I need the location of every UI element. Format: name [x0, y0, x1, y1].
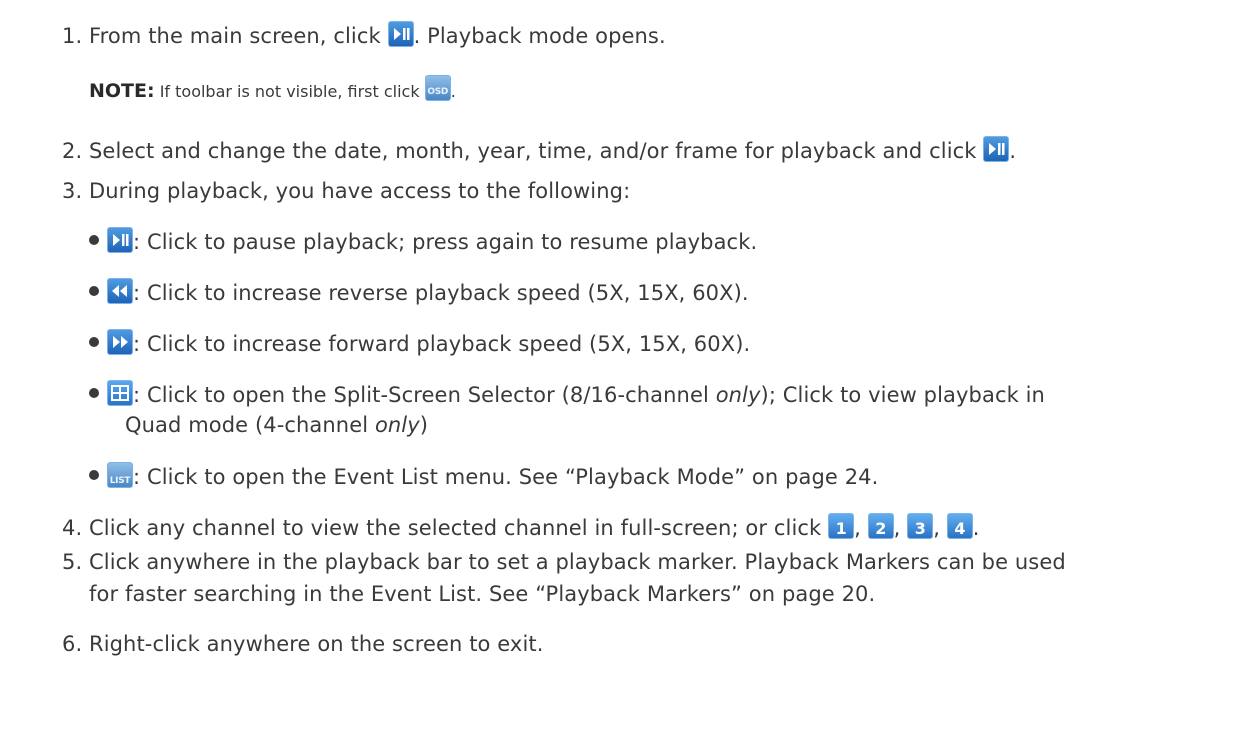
- step-6: 6. Right-click anywhere on the screen to …: [62, 630, 544, 658]
- bullet-text-cont: ); Click to view playback in: [760, 383, 1045, 407]
- bullet-dot: [89, 286, 99, 296]
- play-pause-icon: [387, 21, 414, 47]
- step-text-end: .: [1009, 139, 1017, 163]
- play-pause-icon: [107, 227, 133, 253]
- note-label: NOTE:: [89, 80, 155, 102]
- channel-3-icon: 3: [907, 513, 934, 539]
- bullet-dot: [89, 470, 99, 480]
- bullet-text: : Click to increase forward playback spe…: [133, 332, 751, 356]
- step-text: During playback, you have access to the …: [89, 179, 631, 203]
- step-text: Right-click anywhere on the screen to ex…: [89, 632, 544, 656]
- osd-icon: OSD: [424, 75, 451, 101]
- step-text: From the main screen, click: [89, 24, 381, 48]
- step-number: 3.: [62, 179, 83, 203]
- step-number: 5.: [62, 550, 83, 574]
- rewind-icon: [107, 278, 133, 304]
- bullet-fast-forward: : Click to increase forward playback spe…: [89, 329, 750, 358]
- separator: ,: [933, 516, 940, 540]
- step-5-line2: for faster searching in the Event List. …: [89, 580, 875, 608]
- step-number: 1.: [62, 24, 83, 48]
- step-3: 3. During playback, you have access to th…: [62, 177, 630, 205]
- bullet-split-screen-line2: Quad mode (4-channel only): [125, 411, 428, 439]
- step-text-end: . Playback mode opens.: [413, 24, 666, 48]
- bullet-dot: [89, 235, 99, 245]
- bullet-text: : Click to open the Event List menu. See…: [133, 465, 879, 489]
- step-1: 1. From the main screen, click . Playback…: [62, 21, 666, 50]
- bullet-text-end: ): [419, 413, 429, 437]
- channel-1-icon: 1: [828, 513, 855, 539]
- bullet-dot: [89, 337, 99, 347]
- step-number: 4.: [62, 516, 83, 540]
- bullet-text: : Click to pause playback; press again t…: [133, 230, 758, 254]
- channel-4-icon: 4: [946, 513, 973, 539]
- bullet-play-pause: : Click to pause playback; press again t…: [89, 227, 757, 256]
- play-pause-icon: [983, 136, 1010, 162]
- step-text: Select and change the date, month, year,…: [89, 139, 977, 163]
- separator: ,: [893, 516, 901, 540]
- step-text: Click anywhere in the playback bar to se…: [89, 550, 1066, 574]
- bullet-dot: [89, 388, 99, 398]
- list-icon: LIST: [107, 462, 133, 488]
- bullet-text: : Click to open the Split-Screen Selecto…: [133, 383, 716, 407]
- step-text-end: .: [972, 516, 980, 540]
- step-5: 5. Click anywhere in the playback bar to …: [62, 548, 1066, 576]
- split-screen-icon: [107, 380, 133, 406]
- note: NOTE: If toolbar is not visible, first c…: [89, 75, 456, 104]
- step-text: Click any channel to view the selected c…: [89, 516, 822, 540]
- separator: ,: [854, 516, 861, 540]
- bullet-emphasis: only: [374, 413, 420, 437]
- note-text: If toolbar is not visible, first click: [159, 82, 420, 101]
- step-number: 6.: [62, 632, 83, 656]
- step-4: 4. Click any channel to view the selected…: [62, 513, 980, 542]
- note-text-end: .: [450, 82, 456, 101]
- fast-forward-icon: [107, 329, 133, 355]
- bullet-text: : Click to increase reverse playback spe…: [133, 281, 749, 305]
- bullet-rewind: : Click to increase reverse playback spe…: [89, 278, 749, 307]
- bullet-split-screen: : Click to open the Split-Screen Selecto…: [89, 380, 1045, 409]
- channel-2-icon: 2: [867, 513, 894, 539]
- bullet-emphasis: only: [715, 383, 761, 407]
- bullet-event-list: LIST: Click to open the Event List menu.…: [89, 462, 878, 491]
- step-text: for faster searching in the Event List. …: [89, 582, 876, 606]
- step-number: 2.: [62, 139, 83, 163]
- bullet-text: Quad mode (4-channel: [125, 413, 375, 437]
- step-2: 2. Select and change the date, month, yea…: [62, 136, 1016, 165]
